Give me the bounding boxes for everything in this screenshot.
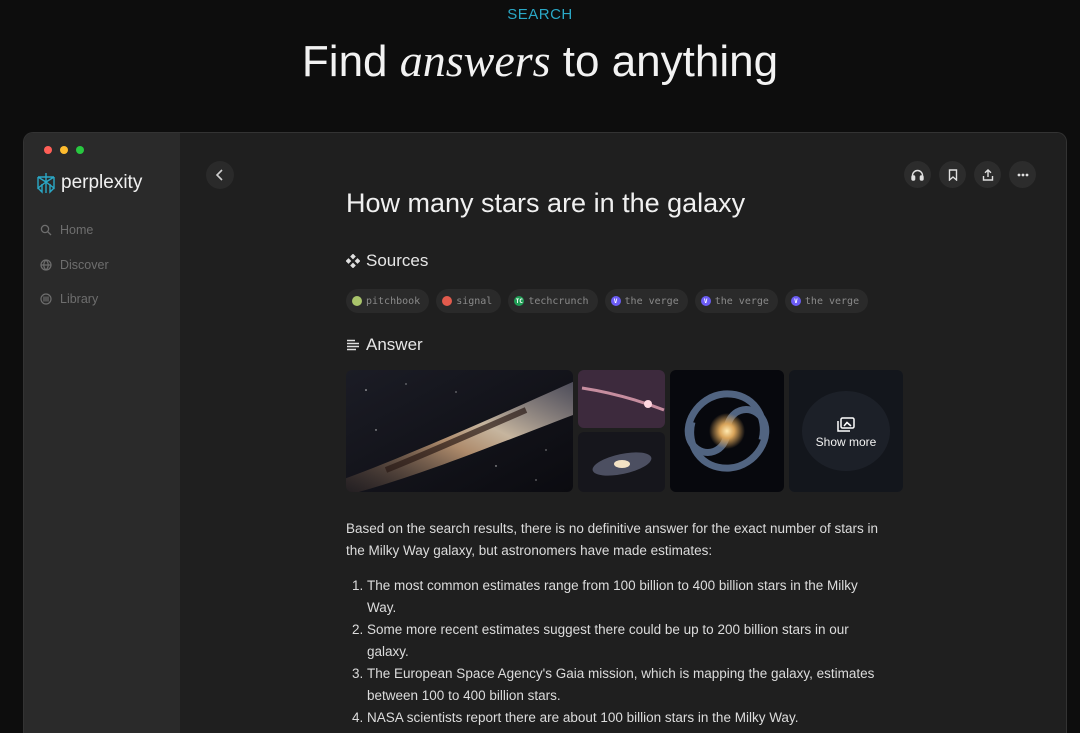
source-name: the verge — [714, 295, 769, 307]
source-chip[interactable]: pitchbook — [346, 289, 430, 313]
hero-eyebrow: SEARCH — [507, 6, 573, 23]
sidebar-item-label: Discover — [60, 257, 109, 272]
minimize-window-button[interactable] — [60, 146, 68, 154]
answer-body: Based on the search results, there is no… — [346, 518, 886, 729]
spiral-galaxy-thumb-image[interactable] — [578, 432, 665, 492]
verge-favicon-icon: V — [610, 296, 621, 306]
sidebar-item-label: Library — [60, 292, 99, 307]
answer-point: The European Space Agency's Gaia mission… — [367, 663, 886, 707]
answer-point: Some more recent estimates suggest there… — [367, 619, 886, 663]
source-chip[interactable]: TC techcrunch — [508, 289, 598, 313]
show-more-images-button[interactable]: Show more — [789, 370, 903, 492]
verge-favicon-icon: V — [700, 296, 711, 306]
library-icon — [40, 293, 52, 305]
answer-heading-label: Answer — [366, 335, 423, 354]
sidebar-item-home[interactable]: Home — [40, 213, 109, 248]
answer-heading: Answer — [346, 335, 423, 355]
milky-way-spiral-image[interactable] — [670, 370, 784, 492]
sources-icon — [346, 254, 360, 268]
milky-way-image[interactable] — [346, 370, 573, 492]
listen-button[interactable] — [904, 161, 931, 188]
window-controls — [44, 146, 84, 154]
hero-title-start: Find — [301, 37, 400, 86]
headphones-icon — [911, 169, 924, 181]
more-button[interactable] — [1009, 161, 1036, 188]
thread-actions — [904, 161, 1036, 188]
hero-title: Find answers to anything — [0, 34, 1080, 87]
globe-icon — [40, 259, 52, 271]
verge-favicon-icon: V — [790, 296, 801, 306]
close-window-button[interactable] — [44, 146, 52, 154]
bookmark-button[interactable] — [939, 161, 966, 188]
app-window: perplexity Home Discover Library How man… — [23, 132, 1067, 733]
chevron-left-icon — [215, 169, 223, 181]
source-chip[interactable]: signal — [436, 289, 502, 313]
hero-title-end: to anything — [550, 37, 779, 86]
sidebar-item-label: Home — [60, 223, 94, 238]
show-more-label: Show more — [815, 435, 877, 449]
hero-title-accent: answers — [399, 35, 551, 86]
sources-heading: Sources — [346, 251, 428, 271]
answer-list: The most common estimates range from 100… — [346, 575, 886, 729]
sidebar-item-library[interactable]: Library — [40, 282, 109, 317]
search-icon — [40, 225, 52, 236]
back-button[interactable] — [206, 161, 234, 189]
pitchbook-favicon-icon — [352, 296, 362, 306]
techcrunch-favicon-icon: TC — [514, 296, 525, 306]
comet-image[interactable] — [578, 370, 665, 428]
answer-lines-icon — [347, 339, 359, 351]
app-logo[interactable]: perplexity — [35, 171, 142, 195]
sidebar-item-discover[interactable]: Discover — [40, 248, 109, 283]
share-icon — [982, 168, 993, 181]
source-name: the verge — [624, 295, 679, 307]
perplexity-logo-icon — [37, 173, 55, 194]
answer-point: The most common estimates range from 100… — [367, 575, 886, 619]
sources-heading-label: Sources — [366, 251, 429, 270]
question-title: How many stars are in the galaxy — [346, 188, 746, 218]
sidebar-nav: Home Discover Library — [40, 213, 109, 317]
maximize-window-button[interactable] — [76, 146, 84, 154]
answer-intro: Based on the search results, there is no… — [346, 521, 879, 558]
bookmark-icon — [948, 168, 957, 181]
more-icon — [1017, 173, 1028, 176]
answer-point: NASA scientists report there are about 1… — [367, 707, 886, 729]
images-stack-icon — [837, 417, 855, 432]
share-button[interactable] — [974, 161, 1001, 188]
sidebar: perplexity Home Discover Library — [24, 133, 180, 733]
sources-list: pitchbook signal TC techcrunch Vthe verge… — [346, 289, 869, 313]
source-chip[interactable]: Vthe verge — [784, 289, 869, 313]
logo-text: perplexity — [61, 172, 143, 193]
source-name: techcrunch — [528, 295, 589, 307]
source-name: pitchbook — [366, 295, 421, 307]
source-chip[interactable]: Vthe verge — [604, 289, 688, 313]
source-name: the verge — [804, 295, 860, 307]
source-chip[interactable]: Vthe verge — [694, 289, 778, 313]
main-panel: How many stars are in the galaxy Sources… — [180, 133, 1066, 733]
signal-favicon-icon — [442, 296, 453, 306]
source-name: signal — [456, 295, 493, 307]
